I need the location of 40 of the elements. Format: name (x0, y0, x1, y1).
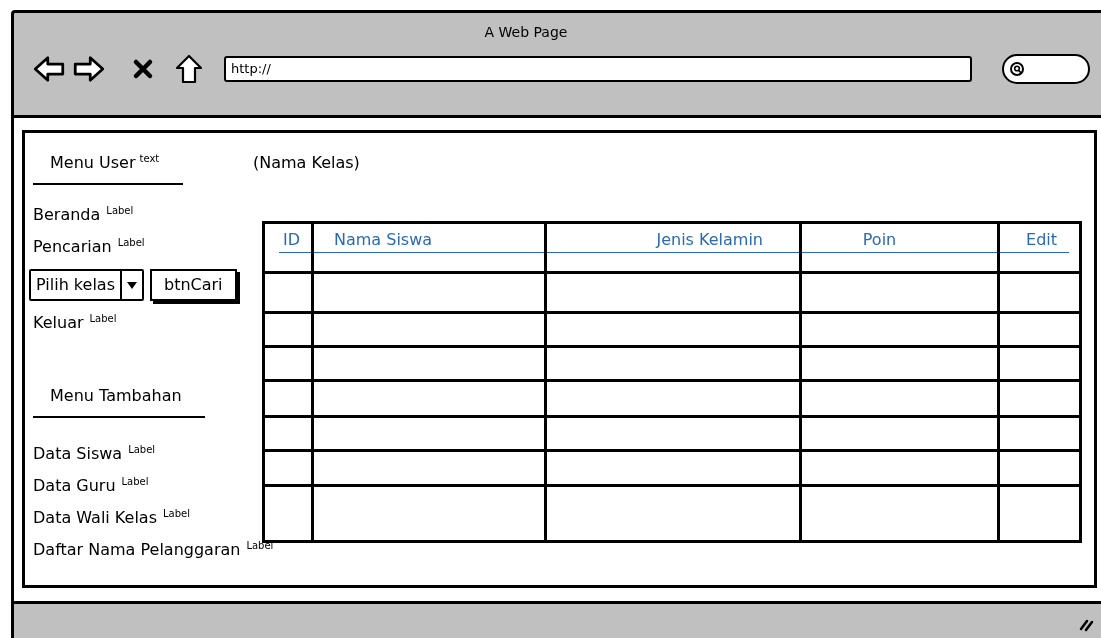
search-button[interactable]: btnCari (150, 269, 237, 301)
column-header[interactable]: Poin (802, 228, 997, 252)
column-header[interactable]: Nama Siswa (314, 228, 544, 252)
menu-heading: Menu User (50, 152, 136, 174)
class-dropdown[interactable]: Pilih kelas (29, 269, 144, 301)
close-icon[interactable] (132, 58, 154, 80)
table-cell (263, 346, 313, 381)
menu-item[interactable]: Data Wali Kelas (33, 506, 157, 530)
class-name-heading: (Nama Kelas) (253, 152, 360, 174)
table-cell (263, 312, 313, 347)
search-icon (1009, 61, 1025, 77)
search-field[interactable] (1002, 54, 1090, 84)
table-cell (263, 416, 313, 451)
menu-heading: Menu Tambahan (50, 385, 182, 407)
menu-item[interactable]: Keluar (33, 311, 84, 335)
label-tag: Label (128, 442, 156, 457)
label-tag: Label (246, 538, 274, 553)
dropdown-arrow-icon (126, 280, 138, 290)
address-bar[interactable]: http:// (224, 56, 972, 82)
menu-item[interactable]: Daftar Nama Pelanggaran (33, 538, 241, 562)
label-tag: Label (163, 506, 190, 521)
column-header[interactable]: Jenis Kelamin (547, 228, 799, 252)
window-title: A Web Page (484, 23, 569, 42)
table-cell (263, 450, 313, 486)
menu-item[interactable]: Pencarian (33, 235, 112, 259)
table-cell (263, 380, 313, 417)
column-header[interactable]: ID (279, 228, 311, 252)
table-cell (263, 485, 313, 542)
label-tag: Label (121, 474, 149, 489)
text-tag: text (139, 151, 160, 166)
menu-item[interactable]: Data Siswa (33, 442, 123, 466)
home-icon[interactable] (174, 53, 204, 85)
menu-item[interactable]: Data Guru (33, 474, 116, 498)
back-icon[interactable] (32, 54, 66, 84)
column-header[interactable]: Edit (1000, 228, 1069, 252)
menu-item[interactable]: Beranda (33, 203, 101, 227)
label-tag: Label (89, 311, 117, 326)
label-tag: Label (106, 203, 134, 218)
forward-icon[interactable] (72, 54, 106, 84)
label-tag: Label (117, 235, 145, 250)
